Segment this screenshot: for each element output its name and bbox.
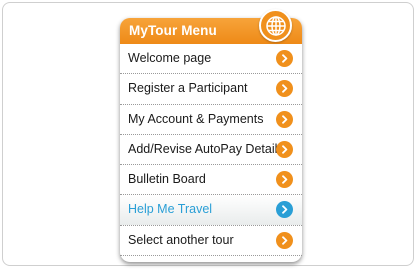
menu-item-label: Add/Revise AutoPay Details <box>128 141 284 156</box>
chevron-right-icon[interactable] <box>276 140 293 158</box>
chevron-right-icon[interactable] <box>276 80 293 98</box>
menu-item-help-me-travel[interactable]: Help Me Travel <box>120 195 302 226</box>
menu-item-label: Bulletin Board <box>128 172 206 187</box>
menu-item-autopay-details[interactable]: Add/Revise AutoPay Details <box>120 135 302 166</box>
chevron-right-icon[interactable] <box>276 50 293 67</box>
menu-item-select-another-tour[interactable]: Select another tour <box>120 226 302 257</box>
globe-icon <box>259 9 292 42</box>
menu-item-label: Select another tour <box>128 232 234 247</box>
menu-item-label: Register a Participant <box>128 81 248 96</box>
chevron-right-icon[interactable] <box>276 201 293 219</box>
menu-item-register-participant[interactable]: Register a Participant <box>120 74 302 105</box>
menu-item-label: Help Me Travel <box>128 202 213 217</box>
chevron-right-icon[interactable] <box>276 171 293 189</box>
chevron-right-icon[interactable] <box>276 231 293 249</box>
menu-item-label: Welcome page <box>128 51 212 65</box>
mytour-menu: MyTour Menu Welcome page Register a Parti… <box>120 9 302 262</box>
menu-items: Welcome page Register a Participant My Acc… <box>120 44 302 257</box>
menu-item-label: My Account & Payments <box>128 111 264 126</box>
menu-item-my-account-payments[interactable]: My Account & Payments <box>120 105 302 135</box>
menu-header: MyTour Menu <box>120 9 302 44</box>
menu-item-bulletin-board[interactable]: Bulletin Board <box>120 165 302 196</box>
chevron-right-icon[interactable] <box>276 110 293 128</box>
menu-item-welcome-page[interactable]: Welcome page <box>120 44 302 75</box>
menu-title: MyTour Menu <box>129 23 217 38</box>
